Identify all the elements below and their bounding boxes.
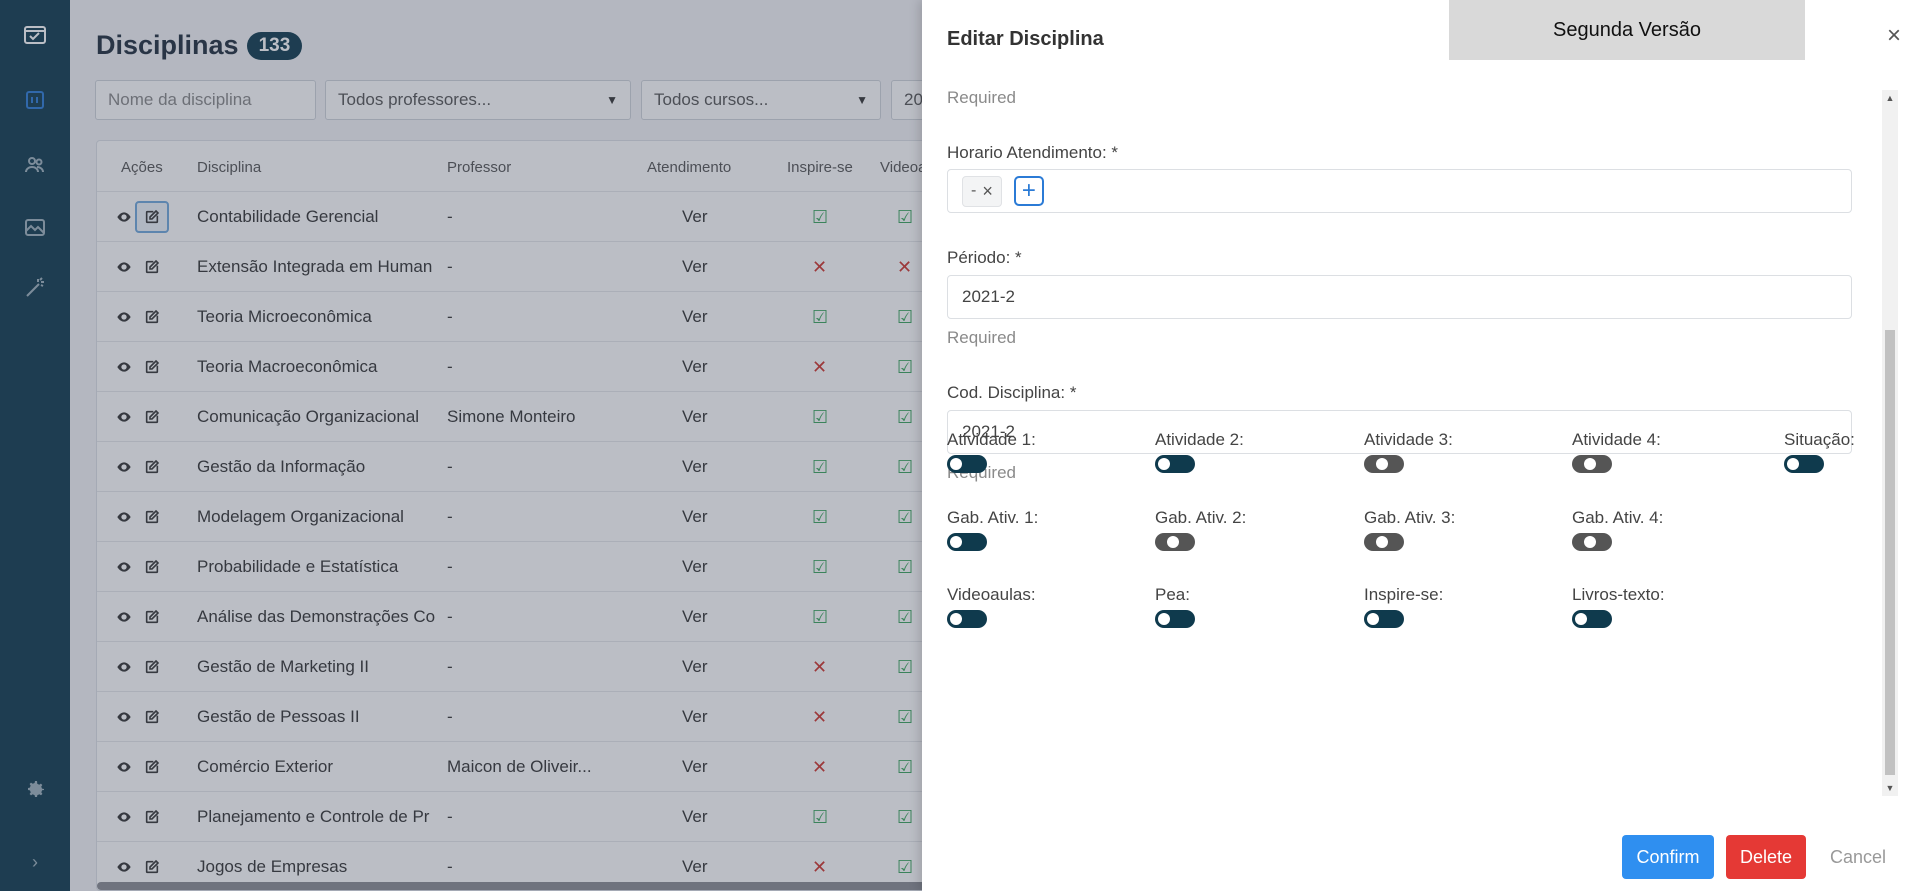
toggle-knob <box>1575 613 1587 625</box>
toggle-switch[interactable] <box>1572 610 1612 628</box>
toggle-switch[interactable] <box>1364 610 1404 628</box>
toggle-label: Gab. Ativ. 3: <box>1364 508 1456 527</box>
toggle-label: Gab. Ativ. 2: <box>1155 508 1247 527</box>
toggle-switch[interactable] <box>1784 455 1824 473</box>
edit-discipline-drawer: Editar Disciplina Segunda Versão × Requi… <box>922 0 1923 891</box>
version-label: Segunda Versão <box>1449 0 1805 60</box>
toggle-label: Atividade 1: <box>947 430 1036 449</box>
toggle-switch[interactable] <box>1155 610 1195 628</box>
toggle-switch[interactable] <box>947 533 987 551</box>
toggle-switch[interactable] <box>1364 533 1404 551</box>
horario-chip-text: - <box>971 182 977 199</box>
periodo-label: Périodo: * <box>947 248 1022 267</box>
toggle-label: Situação: <box>1784 430 1855 449</box>
required-hint: Required <box>947 328 1016 347</box>
delete-button[interactable]: Delete <box>1726 835 1806 879</box>
toggle-label: Atividade 3: <box>1364 430 1453 449</box>
toggle-label: Pea: <box>1155 585 1190 604</box>
form-scroll-area: Required Horario Atendimento: * - × + Pé… <box>922 88 1882 798</box>
toggle-knob <box>1376 458 1388 470</box>
close-icon[interactable]: × <box>1882 22 1906 49</box>
toggle-label: Livros-texto: <box>1572 585 1665 604</box>
toggle-knob <box>950 536 962 548</box>
cancel-button[interactable]: Cancel <box>1822 835 1894 879</box>
toggle-label: Atividade 2: <box>1155 430 1244 449</box>
toggle-switch[interactable] <box>947 455 987 473</box>
horario-field[interactable]: - × + <box>947 169 1852 213</box>
cod-label: Cod. Disciplina: * <box>947 383 1077 402</box>
toggle-switch[interactable] <box>1364 455 1404 473</box>
toggle-switch[interactable] <box>1572 455 1612 473</box>
drawer-title: Editar Disciplina <box>947 28 1104 50</box>
toggle-label: Gab. Ativ. 4: <box>1572 508 1664 527</box>
toggle-knob <box>1367 613 1379 625</box>
toggle-knob <box>1584 536 1596 548</box>
scroll-down-arrow-icon[interactable]: ▼ <box>1882 780 1898 796</box>
toggle-knob <box>1158 458 1170 470</box>
toggle-knob <box>1376 536 1388 548</box>
periodo-input[interactable]: 2021-2 <box>947 275 1852 319</box>
toggle-label: Inspire-se: <box>1364 585 1444 604</box>
toggle-label: Gab. Ativ. 1: <box>947 508 1039 527</box>
horario-label: Horario Atendimento: * <box>947 143 1119 162</box>
horario-chip: - × <box>962 175 1002 207</box>
add-horario-plus-icon[interactable]: + <box>1013 176 1044 206</box>
toggle-knob <box>1167 536 1179 548</box>
toggle-switch[interactable] <box>947 610 987 628</box>
toggle-knob <box>1158 613 1170 625</box>
toggle-switch[interactable] <box>1572 533 1612 551</box>
required-hint: Required <box>947 88 1016 107</box>
toggle-knob <box>1787 458 1799 470</box>
scrollbar-thumb[interactable] <box>1885 330 1895 775</box>
toggle-switch[interactable] <box>1155 455 1195 473</box>
scroll-up-arrow-icon[interactable]: ▲ <box>1882 90 1898 106</box>
modal-overlay[interactable] <box>0 0 923 891</box>
toggle-knob <box>950 458 962 470</box>
chip-remove-icon[interactable]: × <box>982 181 993 202</box>
vertical-scrollbar[interactable]: ▲ ▼ <box>1882 90 1898 796</box>
toggle-knob <box>950 613 962 625</box>
toggle-switch[interactable] <box>1155 533 1195 551</box>
toggle-label: Videoaulas: <box>947 585 1036 604</box>
toggle-label: Atividade 4: <box>1572 430 1661 449</box>
toggle-knob <box>1584 458 1596 470</box>
confirm-button[interactable]: Confirm <box>1622 835 1714 879</box>
